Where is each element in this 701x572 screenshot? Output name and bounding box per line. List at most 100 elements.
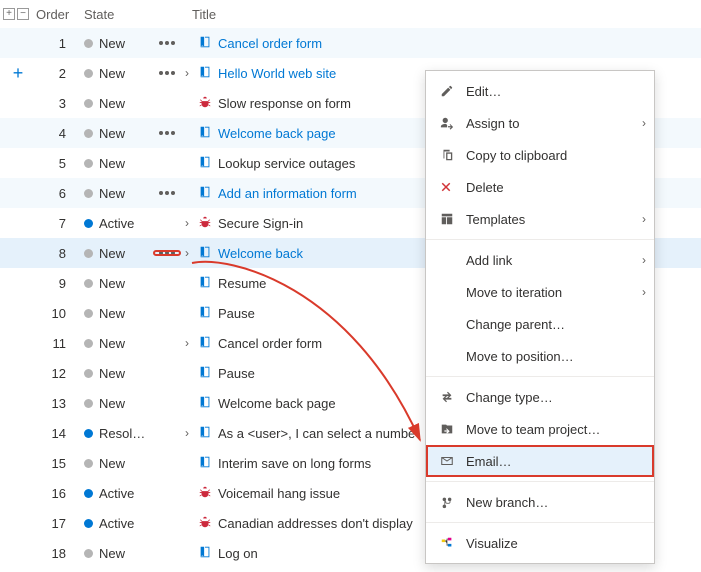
row-title-text: Add an information form [218,186,357,201]
row-title[interactable]: Resume [194,275,266,292]
book-icon [198,365,212,382]
row-title[interactable]: Slow response on form [194,95,351,112]
assign-icon [440,116,466,130]
menu-move-iteration[interactable]: Move to iteration › [426,276,654,308]
row-title[interactable]: Pause [194,365,255,382]
menu-separator [426,376,654,377]
header-order[interactable]: Order [36,7,84,22]
row-title[interactable]: Welcome back page [194,125,336,142]
row-state-label: Resol… [99,426,145,441]
menu-copy[interactable]: Copy to clipboard [426,139,654,171]
menu-new-branch[interactable]: New branch… [426,486,654,518]
row-title[interactable]: Welcome back page [194,395,336,412]
menu-new-branch-label: New branch… [466,495,654,510]
row-title[interactable]: As a <user>, I can select a numbe [194,425,415,442]
row-title-text: Lookup service outages [218,156,355,171]
state-dot-icon [84,99,93,108]
menu-edit[interactable]: Edit… [426,75,654,107]
menu-separator [426,522,654,523]
row-title[interactable]: Voicemail hang issue [194,485,340,502]
row-expand-toggle[interactable]: › [180,246,194,260]
row-actions-button[interactable] [154,131,180,135]
branch-icon [440,495,466,509]
menu-add-link[interactable]: Add link › [426,244,654,276]
row-title[interactable]: Canadian addresses don't display [194,515,413,532]
delete-icon [440,181,466,193]
bug-icon [198,215,212,232]
expand-all-icon[interactable]: + [3,8,15,20]
row-state: New [84,156,154,171]
menu-templates-label: Templates [466,212,634,227]
header-state[interactable]: State [84,7,154,22]
book-icon [198,65,212,82]
row-title[interactable]: Interim save on long forms [194,455,371,472]
chevron-right-icon: › [634,116,654,130]
add-item-slot[interactable]: + [0,64,36,82]
header-title[interactable]: Title [154,7,216,22]
row-state-label: New [99,396,125,411]
row-title-text: Pause [218,366,255,381]
row-title-text: Cancel order form [218,336,322,351]
menu-change-type[interactable]: Change type… [426,381,654,413]
state-dot-icon [84,399,93,408]
row-actions-button[interactable] [154,41,180,45]
menu-email[interactable]: Email… [426,445,654,477]
menu-add-link-label: Add link [466,253,634,268]
collapse-all-icon[interactable]: − [17,8,29,20]
book-icon [198,425,212,442]
ellipsis-icon [159,71,175,75]
menu-delete-label: Delete [466,180,654,195]
add-icon: + [13,64,24,82]
row-title[interactable]: Welcome back [194,245,303,262]
row-title[interactable]: Hello World web site [194,65,336,82]
menu-assign-to[interactable]: Assign to › [426,107,654,139]
row-state-label: New [99,186,125,201]
book-icon [198,545,212,562]
row-expand-toggle[interactable]: › [180,336,194,350]
menu-visualize[interactable]: Visualize [426,527,654,559]
row-actions-button[interactable] [154,71,180,75]
row-expand-toggle[interactable]: › [180,426,194,440]
table-row[interactable]: 1NewCancel order form [0,28,701,58]
menu-templates[interactable]: Templates › [426,203,654,235]
row-title-text: As a <user>, I can select a numbe [218,426,415,441]
row-title[interactable]: Add an information form [194,185,357,202]
row-state-label: New [99,246,125,261]
menu-copy-label: Copy to clipboard [466,148,654,163]
row-title-text: Welcome back page [218,396,336,411]
row-title[interactable]: Secure Sign-in [194,215,303,232]
menu-change-parent[interactable]: Change parent… [426,308,654,340]
chevron-right-icon: › [634,285,654,299]
row-title-text: Canadian addresses don't display [218,516,413,531]
state-dot-icon [84,549,93,558]
state-dot-icon [84,189,93,198]
menu-move-position-label: Move to position… [466,349,654,364]
state-dot-icon [84,249,93,258]
row-state: New [84,276,154,291]
state-dot-icon [84,429,93,438]
row-state: New [84,96,154,111]
row-expand-toggle[interactable]: › [180,216,194,230]
row-title-text: Interim save on long forms [218,456,371,471]
row-title[interactable]: Log on [194,545,258,562]
row-order: 5 [36,156,84,171]
menu-delete[interactable]: Delete [426,171,654,203]
menu-move-team-project[interactable]: Move to team project… [426,413,654,445]
row-state: New [84,456,154,471]
menu-move-position[interactable]: Move to position… [426,340,654,372]
row-actions-button[interactable] [154,191,180,195]
row-actions-button[interactable] [154,251,180,255]
row-state-label: New [99,96,125,111]
row-title[interactable]: Lookup service outages [194,155,355,172]
row-expand-toggle[interactable]: › [180,66,194,80]
row-title[interactable]: Cancel order form [194,335,322,352]
row-title[interactable]: Cancel order form [194,35,322,52]
row-order: 14 [36,426,84,441]
row-title-text: Welcome back page [218,126,336,141]
state-dot-icon [84,519,93,528]
row-title[interactable]: Pause [194,305,255,322]
expand-collapse-controls: + − [0,8,36,20]
work-item-grid: + − Order State Title 1NewCancel order f… [0,0,701,568]
row-order: 7 [36,216,84,231]
pencil-icon [440,84,466,98]
